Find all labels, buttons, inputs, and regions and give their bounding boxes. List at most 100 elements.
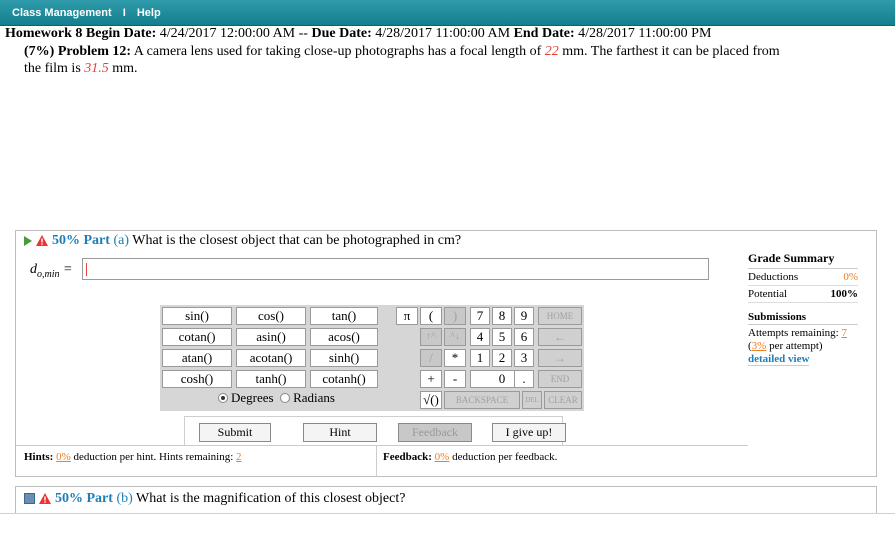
clear-key[interactable]: CLEAR bbox=[544, 391, 582, 409]
right-arrow-key[interactable]: → bbox=[538, 349, 582, 367]
part-a-panel: 50% Part (a) What is the closest object … bbox=[15, 230, 877, 477]
give-up-button[interactable]: I give up! bbox=[492, 423, 566, 442]
tan-button[interactable]: tan() bbox=[310, 307, 378, 325]
feedback-label: Feedback: bbox=[383, 451, 432, 463]
part-a-letter: (a) bbox=[113, 233, 129, 248]
expand-arrow-icon[interactable] bbox=[24, 235, 32, 246]
backspace-key[interactable]: BACKSPACE bbox=[444, 391, 520, 409]
tanh-button[interactable]: tanh() bbox=[236, 370, 306, 388]
submit-button[interactable]: Submit bbox=[199, 423, 271, 442]
part-a-percent: 50% Part bbox=[52, 233, 110, 248]
acos-button[interactable]: acos() bbox=[310, 328, 378, 346]
distance-value: 31.5 bbox=[84, 61, 109, 76]
multiply-key[interactable]: * bbox=[444, 349, 466, 367]
cosh-button[interactable]: cosh() bbox=[162, 370, 232, 388]
pi-key[interactable]: π bbox=[396, 307, 418, 325]
slash-key[interactable]: / bbox=[420, 349, 442, 367]
menu: Class Management I Help bbox=[12, 7, 161, 19]
potential-label: Potential bbox=[748, 288, 788, 300]
key-4[interactable]: 4 bbox=[470, 328, 490, 346]
key-2[interactable]: 2 bbox=[492, 349, 512, 367]
key-8[interactable]: 8 bbox=[492, 307, 512, 325]
del-key[interactable]: DEL bbox=[522, 391, 542, 409]
key-7[interactable]: 7 bbox=[470, 307, 490, 325]
hints-text: deduction per hint. Hints remaining: bbox=[73, 451, 234, 463]
dot-key[interactable]: . bbox=[514, 370, 534, 388]
answer-label-sub: o,min bbox=[37, 268, 60, 280]
attempts-remaining: 7 bbox=[841, 327, 847, 339]
text-caret bbox=[86, 263, 87, 276]
part-b-letter: (b) bbox=[116, 491, 133, 506]
menu-class-management[interactable]: Class Management bbox=[12, 7, 112, 19]
hat-key[interactable]: ^↓ bbox=[444, 328, 466, 346]
part-a-question: What is the closest object that can be p… bbox=[132, 233, 462, 248]
asin-button[interactable]: asin() bbox=[236, 328, 306, 346]
attempts-info: Attempts remaining: 7 (3% per attempt) d… bbox=[748, 327, 858, 366]
calculator: sin() cos() tan() cotan() asin() acos() … bbox=[160, 305, 584, 411]
hint-button[interactable]: Hint bbox=[303, 423, 377, 442]
rparen-key[interactable]: ) bbox=[444, 307, 466, 325]
acotan-button[interactable]: acotan() bbox=[236, 349, 306, 367]
sqrt-key[interactable]: √() bbox=[420, 391, 442, 409]
hint-separator bbox=[16, 445, 748, 446]
sinh-button[interactable]: sinh() bbox=[310, 349, 378, 367]
due-date-label: Due Date: bbox=[311, 26, 372, 41]
grade-summary-title: Grade Summary bbox=[748, 251, 858, 269]
atan-button[interactable]: atan() bbox=[162, 349, 232, 367]
action-bar: Submit Hint Feedback I give up! bbox=[184, 416, 566, 446]
degrees-radio[interactable] bbox=[218, 393, 228, 404]
hints-label: Hints: bbox=[24, 451, 54, 463]
hint-feedback-divider bbox=[376, 446, 377, 477]
part-b-title: 50% Part (b) What is the magnification o… bbox=[24, 491, 405, 507]
radians-radio[interactable] bbox=[280, 393, 291, 404]
per-attempt-text: per attempt) bbox=[769, 340, 823, 352]
bottom-bar bbox=[0, 513, 895, 542]
angle-mode: Degrees Radians bbox=[218, 390, 335, 406]
feedback-deduction: 0% bbox=[434, 451, 450, 463]
problem-text-1: A camera lens used for taking close-up p… bbox=[133, 44, 542, 59]
key-9[interactable]: 9 bbox=[514, 307, 534, 325]
key-5[interactable]: 5 bbox=[492, 328, 512, 346]
cos-button[interactable]: cos() bbox=[236, 307, 306, 325]
radians-label: Radians bbox=[293, 390, 335, 405]
sin-button[interactable]: sin() bbox=[162, 307, 232, 325]
hints-remaining: 2 bbox=[236, 451, 242, 463]
menu-help[interactable]: Help bbox=[137, 7, 161, 19]
feedback-info: Feedback: 0% deduction per feedback. bbox=[383, 451, 557, 463]
homework-header: Homework 8 Begin Date: 4/24/2017 12:00:0… bbox=[5, 26, 711, 42]
key-3[interactable]: 3 bbox=[514, 349, 534, 367]
grade-summary: Grade Summary Deductions 0% Potential 100%… bbox=[748, 251, 858, 366]
up-key[interactable]: ↑^ bbox=[420, 328, 442, 346]
answer-label: do,min = bbox=[30, 262, 72, 280]
hints-info: Hints: 0% deduction per hint. Hints rema… bbox=[24, 451, 242, 463]
homework-title: Homework 8 bbox=[5, 26, 83, 41]
potential-row: Potential 100% bbox=[748, 286, 858, 303]
per-attempt-pct: 3% bbox=[751, 340, 767, 352]
degrees-label: Degrees bbox=[231, 390, 274, 405]
cotan-button[interactable]: cotan() bbox=[162, 328, 232, 346]
attempts-label: Attempts remaining: bbox=[748, 327, 839, 339]
end-key[interactable]: END bbox=[538, 370, 582, 388]
home-key[interactable]: HOME bbox=[538, 307, 582, 325]
begin-date-label: Begin Date: bbox=[85, 26, 157, 41]
left-arrow-key[interactable]: ← bbox=[538, 328, 582, 346]
collapsed-box-icon[interactable] bbox=[24, 493, 35, 505]
lparen-key[interactable]: ( bbox=[420, 307, 442, 325]
plus-key[interactable]: + bbox=[420, 370, 442, 388]
feedback-button[interactable]: Feedback bbox=[398, 423, 472, 442]
submissions-title: Submissions bbox=[748, 311, 858, 325]
answer-input[interactable] bbox=[82, 258, 709, 280]
part-b-panel[interactable]: 50% Part (b) What is the magnification o… bbox=[15, 486, 877, 513]
minus-key[interactable]: - bbox=[444, 370, 466, 388]
top-menu-bar: Class Management I Help bbox=[0, 0, 895, 26]
deductions-row: Deductions 0% bbox=[748, 269, 858, 286]
feedback-text: deduction per feedback. bbox=[452, 451, 558, 463]
menu-separator: I bbox=[122, 7, 126, 19]
key-1[interactable]: 1 bbox=[470, 349, 490, 367]
hints-deduction: 0% bbox=[56, 451, 71, 463]
part-b-percent: 50% Part bbox=[55, 491, 113, 506]
part-b-question: What is the magnification of this closes… bbox=[136, 491, 406, 506]
detailed-view-link[interactable]: detailed view bbox=[748, 353, 810, 366]
key-6[interactable]: 6 bbox=[514, 328, 534, 346]
cotanh-button[interactable]: cotanh() bbox=[310, 370, 378, 388]
